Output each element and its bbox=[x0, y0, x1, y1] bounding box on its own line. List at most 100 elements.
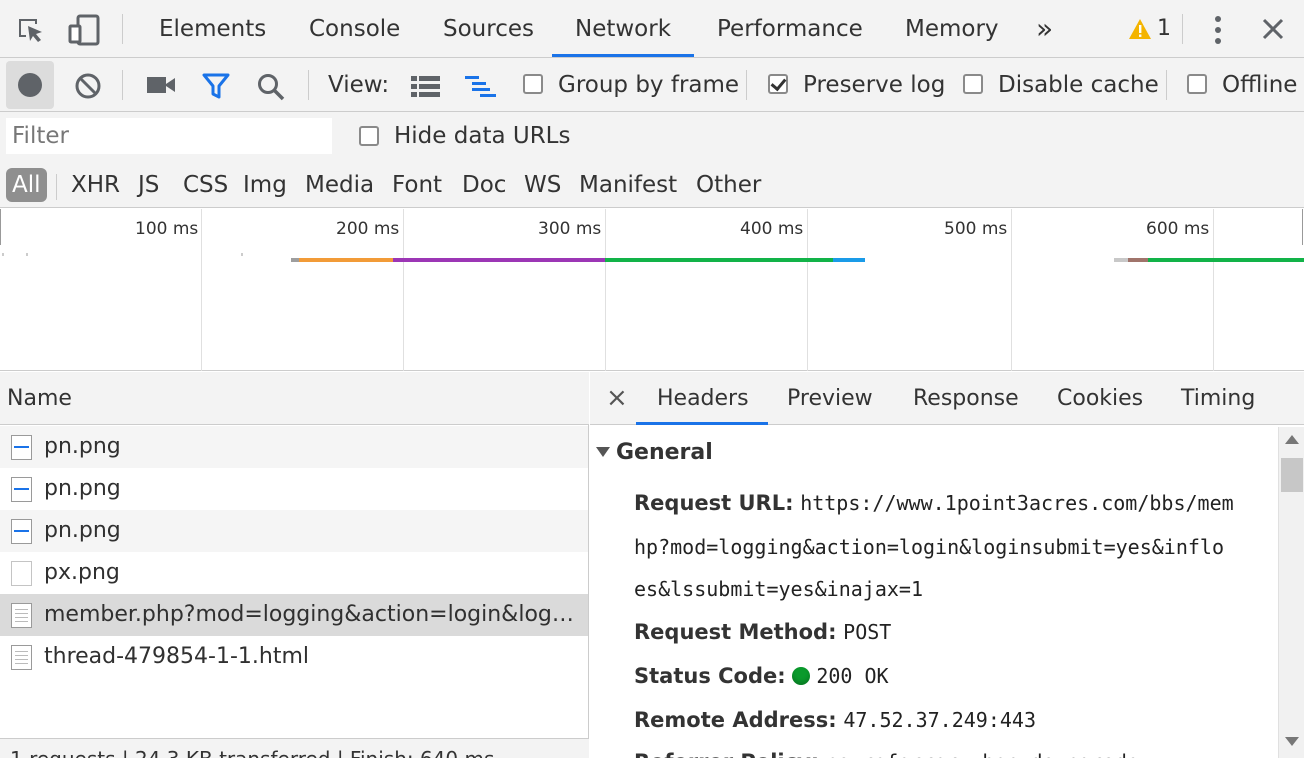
more-options-icon[interactable] bbox=[1212, 15, 1224, 49]
tab-timing[interactable]: Timing bbox=[1181, 372, 1255, 425]
preserve-log-label[interactable]: Preserve log bbox=[803, 58, 945, 112]
tab-console[interactable]: Console bbox=[309, 0, 400, 57]
tab-memory[interactable]: Memory bbox=[905, 0, 999, 57]
record-icon bbox=[18, 73, 42, 97]
request-url-row: Request URL: https://www.1point3acres.co… bbox=[634, 491, 1234, 515]
scroll-up-icon[interactable] bbox=[1285, 435, 1299, 444]
type-xhr[interactable]: XHR bbox=[71, 168, 120, 202]
scrollbar-thumb[interactable] bbox=[1281, 458, 1303, 492]
hide-data-urls-label[interactable]: Hide data URLs bbox=[394, 112, 570, 160]
request-row[interactable]: pn.png bbox=[0, 468, 588, 510]
general-section-header[interactable]: General bbox=[596, 440, 713, 465]
tab-performance[interactable]: Performance bbox=[717, 0, 863, 57]
overview-bar-waiting-2 bbox=[1148, 258, 1304, 262]
group-by-frame-checkbox[interactable] bbox=[523, 74, 543, 94]
tab-preview[interactable]: Preview bbox=[787, 372, 873, 425]
filter-input[interactable] bbox=[6, 118, 332, 154]
details-tab-bar: × Headers Preview Response Cookies Timin… bbox=[590, 372, 1304, 425]
network-toolbar: View: Group by frame Preserve log Disabl… bbox=[0, 58, 1304, 112]
request-row[interactable]: thread-479854-1-1.html bbox=[0, 636, 588, 678]
type-media[interactable]: Media bbox=[305, 168, 374, 202]
image-file-icon bbox=[11, 435, 32, 460]
tab-cookies[interactable]: Cookies bbox=[1057, 372, 1143, 425]
tick-label-200: 200 ms bbox=[336, 219, 400, 239]
type-manifest[interactable]: Manifest bbox=[579, 168, 677, 202]
screenshot-camera-icon[interactable] bbox=[146, 74, 176, 100]
name-column-header[interactable]: Name bbox=[0, 372, 589, 425]
close-details-icon[interactable]: × bbox=[606, 372, 628, 425]
offline-label[interactable]: Offline bbox=[1222, 58, 1297, 112]
scroll-down-icon[interactable] bbox=[1285, 737, 1299, 746]
overview-bar-queue-2 bbox=[1128, 258, 1148, 262]
overview-bar-stalled-2 bbox=[1114, 258, 1128, 262]
remote-address-row: Remote Address: 47.52.37.249:443 bbox=[634, 708, 1036, 732]
status-code-row: Status Code: 200 OK bbox=[634, 664, 889, 688]
tab-sources[interactable]: Sources bbox=[443, 0, 534, 57]
tab-headers[interactable]: Headers bbox=[657, 372, 749, 425]
details-scrollbar[interactable] bbox=[1278, 427, 1304, 758]
type-img[interactable]: Img bbox=[243, 168, 287, 202]
waterfall-icon[interactable] bbox=[464, 75, 498, 103]
type-js[interactable]: JS bbox=[138, 168, 159, 202]
request-list-panel: Name pn.png pn.png pn.png px.png member.… bbox=[0, 372, 589, 758]
disable-cache-checkbox[interactable] bbox=[963, 74, 983, 94]
general-section-label: General bbox=[616, 440, 713, 465]
image-file-icon bbox=[11, 519, 32, 544]
overview-bar-connect bbox=[393, 258, 605, 262]
type-other[interactable]: Other bbox=[696, 168, 761, 202]
request-row[interactable]: pn.png bbox=[0, 426, 588, 468]
network-summary-bar: 1 requests | 24.3 KB transferred | Finis… bbox=[0, 738, 589, 758]
tab-network[interactable]: Network bbox=[575, 0, 671, 57]
tick-label-100: 100 ms bbox=[135, 219, 199, 239]
request-name: thread-479854-1-1.html bbox=[44, 644, 310, 669]
document-file-icon bbox=[11, 645, 32, 670]
tab-response[interactable]: Response bbox=[913, 372, 1019, 425]
device-toolbar-icon[interactable] bbox=[68, 14, 102, 50]
type-ws[interactable]: WS bbox=[524, 168, 561, 202]
tick-label-600: 600 ms bbox=[1146, 219, 1210, 239]
close-devtools-icon[interactable] bbox=[1262, 18, 1284, 44]
record-button[interactable] bbox=[6, 61, 54, 109]
remote-address-value: 47.52.37.249:443 bbox=[843, 708, 1036, 732]
referrer-policy-value: no-referrer-when-downgrade bbox=[826, 750, 1139, 758]
clear-icon[interactable] bbox=[74, 72, 102, 104]
request-details-panel: × Headers Preview Response Cookies Timin… bbox=[590, 372, 1304, 758]
request-method-value: POST bbox=[843, 620, 892, 644]
view-label: View: bbox=[328, 72, 390, 98]
request-url-value-line2: hp?mod=logging&action=login&loginsubmit=… bbox=[634, 535, 1225, 559]
referrer-policy-key: Referrer Policy: bbox=[634, 750, 819, 758]
devtools-tab-bar: Elements Console Sources Network Perform… bbox=[0, 0, 1304, 58]
blank-file-icon bbox=[11, 561, 32, 586]
request-row-selected[interactable]: member.php?mod=logging&action=login&logi… bbox=[0, 594, 588, 636]
large-rows-icon[interactable] bbox=[410, 75, 442, 101]
triangle-down-icon bbox=[596, 447, 610, 457]
hide-data-urls-checkbox[interactable] bbox=[359, 126, 379, 146]
overview-tick-a bbox=[2, 253, 4, 256]
status-ok-icon bbox=[792, 667, 811, 685]
warning-icon[interactable] bbox=[1128, 18, 1152, 44]
request-row[interactable]: px.png bbox=[0, 552, 588, 594]
tab-headers-underline bbox=[636, 422, 768, 425]
type-all[interactable]: All bbox=[6, 168, 47, 202]
tick-label-300: 300 ms bbox=[538, 219, 602, 239]
more-tabs-button[interactable]: » bbox=[1036, 0, 1053, 57]
overview-tick-c bbox=[241, 253, 243, 256]
offline-checkbox[interactable] bbox=[1187, 74, 1207, 94]
type-font[interactable]: Font bbox=[392, 168, 442, 202]
type-doc[interactable]: Doc bbox=[462, 168, 506, 202]
request-row[interactable]: pn.png bbox=[0, 510, 588, 552]
request-url-key: Request URL: bbox=[634, 491, 794, 515]
overview-bar-stalled bbox=[291, 258, 299, 262]
request-method-key: Request Method: bbox=[634, 620, 837, 644]
disable-cache-label[interactable]: Disable cache bbox=[998, 58, 1159, 112]
filter-funnel-icon[interactable] bbox=[202, 72, 230, 104]
type-css[interactable]: CSS bbox=[183, 168, 228, 202]
group-by-frame-label[interactable]: Group by frame bbox=[558, 58, 739, 112]
search-icon[interactable] bbox=[256, 72, 286, 106]
network-overview-timeline[interactable]: 100 ms 200 ms 300 ms 400 ms 500 ms 600 m… bbox=[0, 209, 1304, 371]
preserve-log-checkbox[interactable] bbox=[768, 74, 788, 94]
inspect-element-icon[interactable] bbox=[16, 16, 46, 50]
request-name: pn.png bbox=[44, 518, 121, 543]
tab-elements[interactable]: Elements bbox=[159, 0, 266, 57]
resource-type-filter: All XHR JS CSS Img Media Font Doc WS Man… bbox=[0, 160, 1304, 208]
